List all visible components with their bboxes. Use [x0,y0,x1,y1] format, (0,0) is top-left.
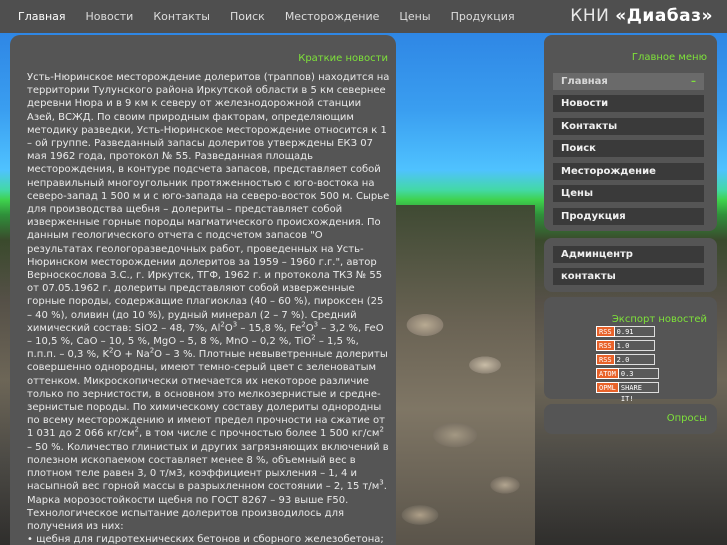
feed-version: 1.0 [614,340,655,351]
top-nav-bar: Главная Новости Контакты Поиск Месторожд… [0,0,727,33]
feed-tag: RSS [596,354,615,365]
site-logo[interactable]: КНИ «Диабаз» [570,6,713,26]
feed-version: 2.0 [614,354,655,365]
menu-item-products[interactable]: Продукция [553,208,704,225]
polls-block: Опросы [544,404,717,434]
admin-menu-block: Админцентр контакты [544,238,717,292]
top-nav: Главная Новости Контакты Поиск Месторожд… [8,0,525,33]
menu-item-prices[interactable]: Цены [553,185,704,202]
nav-search[interactable]: Поиск [220,0,275,33]
feed-tag: RSS [596,340,615,351]
polls-heading: Опросы [666,413,707,424]
menu-item-home[interactable]: Главная – [553,73,704,90]
nav-contacts[interactable]: Контакты [143,0,220,33]
news-panel: Краткие новости Усть-Нюринское месторожд… [10,35,396,545]
feed-rss-091[interactable]: RSS 0.91 [596,326,655,337]
news-paragraph-1: Усть-Нюринское месторождение долеритов (… [27,72,390,493]
news-paragraph-2: Марка морозостойкости щебня по ГОСТ 8267… [27,494,349,532]
menu-item-contacts-lower[interactable]: контакты [553,268,704,285]
main-menu-heading: Главное меню [631,52,707,63]
feed-rss-20[interactable]: RSS 2.0 [596,354,655,365]
feed-tag: ATOM [596,368,619,379]
menu-item-deposit[interactable]: Месторождение [553,163,704,180]
export-block: Экспорт новостей RSS 0.91 RSS 1.0 RSS 2.0 A… [544,297,717,403]
menu-item-admin[interactable]: Админцентр [553,246,704,263]
feed-opml-share[interactable]: OPML SHARE IT! [596,382,659,403]
feed-tag: OPML [596,382,619,393]
feed-rss-10[interactable]: RSS 1.0 [596,340,655,351]
feed-tag: RSS [596,326,615,337]
active-marker: – [691,76,696,87]
nav-deposit[interactable]: Месторождение [275,0,390,33]
nav-news[interactable]: Новости [76,0,144,33]
quarry-photo [395,205,535,545]
nav-products[interactable]: Продукция [441,0,525,33]
nav-prices[interactable]: Цены [389,0,440,33]
menu-item-news[interactable]: Новости [553,95,704,112]
news-body: Усть-Нюринское месторождение долеритов (… [27,71,391,545]
menu-item-label: Главная [561,76,608,87]
menu-item-contacts[interactable]: Контакты [553,118,704,135]
feed-atom-03[interactable]: ATOM 0.3 [596,368,659,379]
main-menu-block: Главное меню Главная – Новости Контакты П… [544,35,717,231]
feed-version: 0.3 [618,368,659,379]
nav-home[interactable]: Главная [8,0,76,33]
news-paragraph-3: • щебня для гидротехнических бетонов и с… [27,534,384,545]
export-heading: Экспорт новостей [611,314,707,325]
logo-prefix: КНИ [570,6,616,26]
news-heading: Краткие новости [298,53,388,64]
feed-version: 0.91 [614,326,655,337]
menu-item-search[interactable]: Поиск [553,140,704,157]
right-sidebar: Главное меню Главная – Новости Контакты П… [544,35,717,435]
logo-name: «Диабаз» [615,6,713,26]
feed-version: SHARE IT! [618,382,659,403]
